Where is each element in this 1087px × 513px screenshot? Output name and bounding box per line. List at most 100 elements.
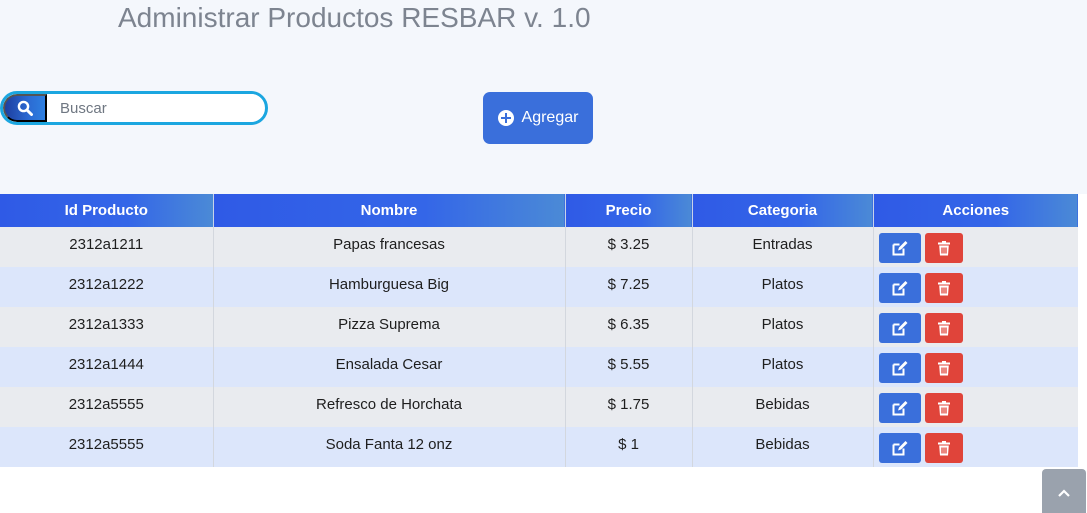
cell-categoria-text: Bebidas (755, 396, 810, 413)
table-row: 2312a5555 Refresco de Horchata $ 1.75 Bebid… (0, 387, 1078, 427)
row-actions (874, 267, 1079, 303)
cell-categoria: Bebidas (692, 427, 874, 467)
cell-categoria: Platos (692, 307, 874, 347)
cell-precio: $ 5.55 (565, 347, 693, 387)
edit-button[interactable] (878, 393, 921, 423)
cell-id: 2312a1333 (0, 307, 214, 347)
delete-button[interactable] (924, 233, 963, 263)
row-actions (874, 427, 1079, 463)
trash-icon (937, 240, 950, 255)
trash-icon (937, 440, 950, 455)
cell-categoria-text: Platos (761, 316, 804, 333)
column-header-id[interactable]: Id Producto (0, 194, 214, 227)
cell-nombre: Pizza Suprema (213, 307, 566, 347)
column-header-categoria[interactable]: Categoria (692, 194, 874, 227)
cell-categoria: Platos (692, 347, 874, 387)
trash-icon (937, 320, 950, 335)
plus-circle-icon (497, 110, 514, 126)
edit-icon (892, 280, 907, 295)
cell-categoria-text: Entradas (752, 236, 813, 253)
cell-precio-text: $ 7.25 (607, 276, 650, 293)
cell-acciones (873, 227, 1078, 267)
table-row: 2312a1444 Ensalada Cesar $ 5.55 Platos (0, 347, 1078, 387)
edit-icon (892, 320, 907, 335)
cell-categoria: Platos (692, 267, 874, 307)
edit-button[interactable] (878, 273, 921, 303)
cell-precio: $ 3.25 (565, 227, 693, 267)
scroll-to-top-button[interactable] (1042, 469, 1086, 513)
search-icon (17, 100, 33, 116)
cell-nombre-text: Papas francesas (333, 236, 445, 253)
edit-button[interactable] (878, 353, 921, 383)
search-input[interactable] (49, 94, 263, 122)
trash-icon (937, 400, 950, 415)
cell-acciones (873, 267, 1078, 307)
delete-button[interactable] (924, 273, 963, 303)
cell-nombre: Refresco de Horchata (213, 387, 566, 427)
cell-nombre-text: Hamburguesa Big (328, 276, 450, 293)
search-button[interactable] (3, 94, 47, 122)
row-actions (874, 227, 1079, 263)
column-header-nombre[interactable]: Nombre (213, 194, 566, 227)
trash-icon (937, 360, 950, 375)
edit-icon (892, 400, 907, 415)
table-row: 2312a1211 Papas francesas $ 3.25 Entradas (0, 227, 1078, 267)
row-actions (874, 307, 1079, 343)
products-table: Id Producto Nombre Precio Categoria Acci… (0, 194, 1078, 467)
cell-precio: $ 1 (565, 427, 693, 467)
delete-button[interactable] (924, 433, 963, 463)
cell-nombre-text: Refresco de Horchata (316, 396, 462, 413)
cell-id: 2312a1222 (0, 267, 214, 307)
cell-id-text: 2312a1222 (68, 276, 144, 293)
column-header-acciones: Acciones (873, 194, 1078, 227)
cell-acciones (873, 347, 1078, 387)
cell-categoria: Entradas (692, 227, 874, 267)
cell-id-text: 2312a5555 (68, 396, 144, 413)
row-actions (874, 347, 1079, 383)
cell-id-text: 2312a1333 (68, 316, 144, 333)
column-header-precio[interactable]: Precio (565, 194, 693, 227)
chevron-up-icon (1058, 489, 1070, 497)
cell-id-text: 2312a1444 (68, 356, 144, 373)
edit-button[interactable] (878, 233, 921, 263)
page-header-area: Administrar Productos RESBAR v. 1.0 Agre… (0, 0, 1087, 194)
edit-icon (892, 440, 907, 455)
cell-precio-text: $ 1.75 (607, 396, 650, 413)
edit-icon (892, 240, 907, 255)
cell-nombre-text: Ensalada Cesar (335, 356, 443, 373)
cell-precio-text: $ 3.25 (607, 236, 650, 253)
page-title: Administrar Productos RESBAR v. 1.0 (118, 2, 591, 33)
add-product-button[interactable]: Agregar (483, 92, 593, 144)
cell-id: 2312a5555 (0, 427, 214, 467)
cell-categoria-text: Platos (761, 276, 804, 293)
cell-precio: $ 7.25 (565, 267, 693, 307)
cell-acciones (873, 307, 1078, 347)
cell-nombre: Papas francesas (213, 227, 566, 267)
cell-precio-text: $ 5.55 (607, 356, 650, 373)
cell-acciones (873, 427, 1078, 467)
cell-precio-text: $ 1 (618, 436, 639, 453)
delete-button[interactable] (924, 313, 963, 343)
cell-nombre: Soda Fanta 12 onz (213, 427, 566, 467)
row-actions (874, 387, 1079, 423)
cell-precio: $ 1.75 (565, 387, 693, 427)
delete-button[interactable] (924, 393, 963, 423)
cell-nombre: Ensalada Cesar (213, 347, 566, 387)
table-header-row: Id Producto Nombre Precio Categoria Acci… (0, 194, 1078, 227)
cell-categoria: Bebidas (692, 387, 874, 427)
cell-precio: $ 6.35 (565, 307, 693, 347)
edit-button[interactable] (878, 433, 921, 463)
cell-categoria-text: Bebidas (755, 436, 810, 453)
table-row: 2312a1222 Hamburguesa Big $ 7.25 Platos (0, 267, 1078, 307)
trash-icon (937, 280, 950, 295)
cell-id-text: 2312a5555 (68, 436, 144, 453)
cell-acciones (873, 387, 1078, 427)
cell-id: 2312a1211 (0, 227, 214, 267)
table-row: 2312a5555 Soda Fanta 12 onz $ 1 Bebidas (0, 427, 1078, 467)
cell-id: 2312a5555 (0, 387, 214, 427)
edit-button[interactable] (878, 313, 921, 343)
delete-button[interactable] (924, 353, 963, 383)
cell-nombre-text: Pizza Suprema (338, 316, 440, 333)
cell-nombre-text: Soda Fanta 12 onz (325, 436, 453, 453)
cell-id: 2312a1444 (0, 347, 214, 387)
